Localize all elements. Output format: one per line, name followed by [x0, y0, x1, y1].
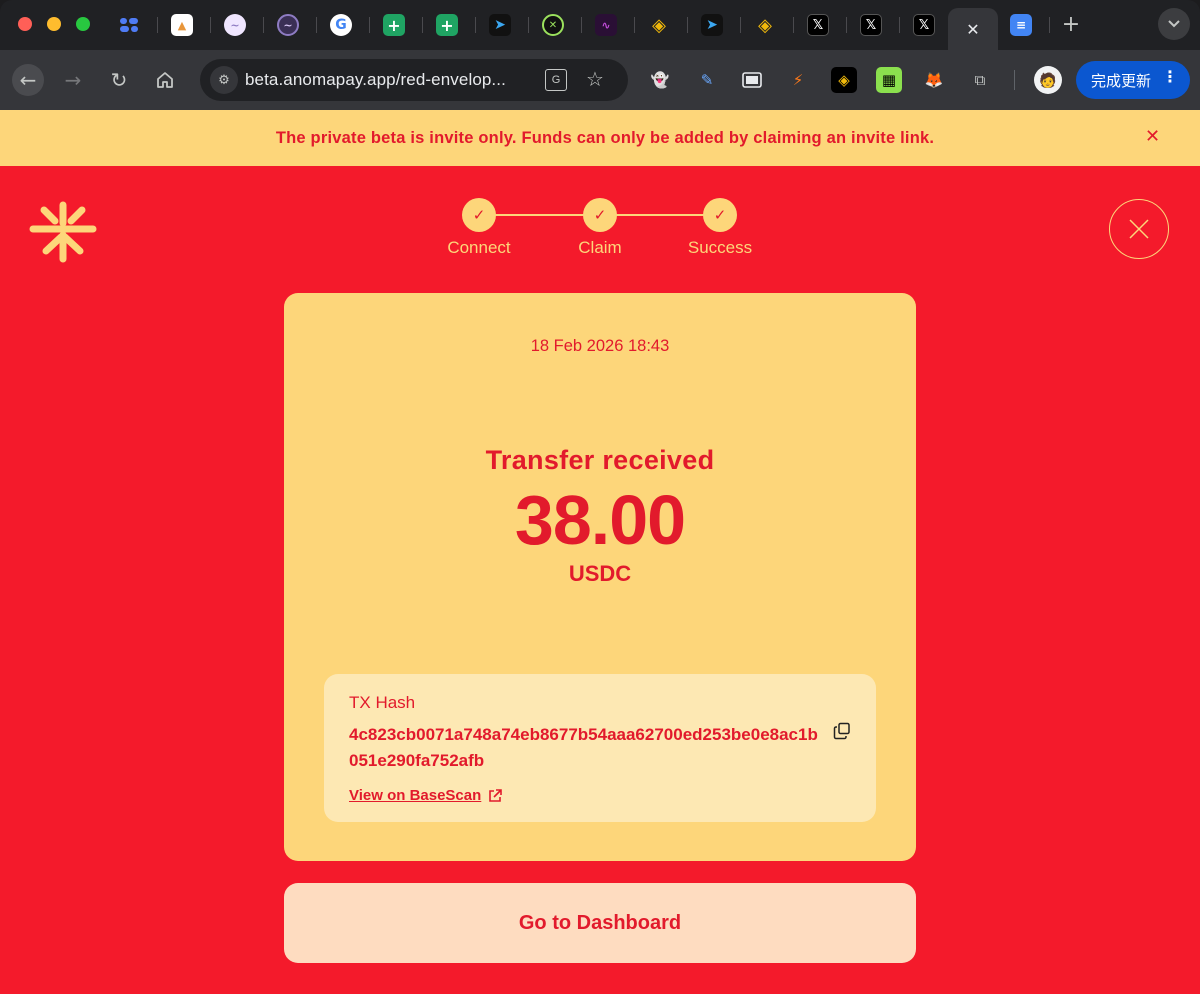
transfer-amount: 38.00 — [514, 481, 686, 559]
banner-text: The private beta is invite only. Funds c… — [275, 129, 935, 147]
chevron-down-icon — [1168, 20, 1180, 28]
browser-tab[interactable]: + — [424, 8, 470, 42]
basescan-link-text: View on BaseScan — [349, 787, 482, 804]
lightning-extension-icon[interactable]: ⚡ — [785, 67, 811, 93]
bookmark-star-icon[interactable]: ☆ — [586, 67, 604, 91]
translate-icon[interactable]: G — [545, 69, 567, 91]
forward-button[interactable]: → — [57, 64, 89, 96]
url-text[interactable]: beta.anomapay.app/red-envelop... — [245, 70, 506, 90]
beta-banner: The private beta is invite only. Funds c… — [0, 110, 1200, 166]
home-icon — [157, 72, 173, 88]
reload-icon: ↻ — [110, 68, 128, 92]
check-icon: ✓ — [583, 198, 617, 232]
ghost-extension-icon[interactable]: 👻 — [647, 67, 673, 93]
window-close-button[interactable] — [18, 17, 32, 31]
x-logo-icon: 𝕏 — [913, 14, 935, 36]
metamask-icon[interactable]: 🦊 — [921, 67, 947, 93]
more-menu-icon[interactable]: ⋮ — [1162, 69, 1178, 85]
binance-icon: ◈ — [652, 14, 666, 36]
step-label-claim: Claim — [578, 238, 622, 257]
app-grid-icon — [118, 14, 140, 36]
home-button[interactable] — [149, 64, 181, 96]
red-envelope-app: ✓ ✓ ✓ Connect Claim Success 18 Feb 2026 … — [0, 166, 1200, 994]
binance-wallet-icon[interactable]: ◈ — [831, 67, 857, 93]
wave-logo-dark-icon: ~ — [277, 14, 299, 36]
transfer-date: 18 Feb 2026 18:43 — [530, 337, 670, 355]
google-sheets-icon: + — [383, 14, 405, 36]
arrow-logo-icon: ➤ — [701, 14, 723, 36]
browser-tab[interactable]: ~ — [265, 8, 311, 42]
anoma-logo-icon — [29, 201, 97, 263]
progress-stepper: ✓ ✓ ✓ Connect Claim Success — [430, 198, 770, 258]
window-zoom-button[interactable] — [76, 17, 90, 31]
browser-tab[interactable]: ~ — [212, 8, 258, 42]
tx-hash-label: TX Hash — [349, 693, 416, 712]
browser-tab[interactable]: ∿ — [583, 8, 629, 42]
close-tab-icon[interactable]: ✕ — [966, 20, 979, 39]
go-to-dashboard-button[interactable]: Go to Dashboard — [284, 883, 916, 963]
browser-tab[interactable]: ≡ — [998, 8, 1044, 42]
window-extension-icon[interactable] — [739, 67, 765, 93]
google-icon: G — [330, 14, 352, 36]
x-logo-icon: 𝕏 — [807, 14, 829, 36]
wave-logo-icon: ~ — [224, 14, 246, 36]
binance-icon: ◈ — [758, 14, 772, 36]
browser-tab[interactable]: ✕ — [530, 8, 576, 42]
copy-icon[interactable] — [833, 722, 851, 740]
browser-tab[interactable]: 𝕏 — [848, 8, 894, 42]
browser-tab[interactable]: ◈ — [636, 8, 682, 42]
check-icon: ✓ — [462, 198, 496, 232]
okx-wallet-icon[interactable]: ▦ — [876, 67, 902, 93]
close-icon — [1129, 219, 1149, 239]
back-button[interactable]: ← — [12, 64, 44, 96]
browser-tab[interactable]: ➤ — [477, 8, 523, 42]
arrow-right-icon: → — [64, 68, 82, 92]
update-button[interactable]: 完成更新 ⋮ — [1076, 61, 1190, 99]
token-logo-icon: ✕ — [542, 14, 564, 36]
external-link-icon — [489, 788, 503, 802]
arrow-logo-icon: ➤ — [489, 14, 511, 36]
purple-chart-icon: ∿ — [595, 14, 617, 36]
browser-tab-strip: ▲ ~ ~ G + + ➤ ✕ ∿ ◈ ➤ ◈ 𝕏 𝕏 𝕏 ✕ ≡ + — [0, 0, 1200, 50]
browser-tab[interactable]: G — [318, 8, 364, 42]
receipt-card: 18 Feb 2026 18:43 Transfer received 38.0… — [284, 293, 916, 861]
tx-hash-box: TX Hash 4c823cb0071a748a74eb8677b54aaa62… — [324, 674, 876, 822]
view-on-basescan-link[interactable]: View on BaseScan — [349, 787, 503, 804]
site-settings-icon[interactable]: ⚙ — [210, 66, 238, 94]
reload-button[interactable]: ↻ — [103, 64, 135, 96]
update-button-label: 完成更新 — [1091, 71, 1152, 90]
browser-tab[interactable]: 𝕏 — [901, 8, 947, 42]
step-label-connect: Connect — [447, 238, 511, 257]
transfer-currency: USDC — [568, 561, 632, 586]
window-minimize-button[interactable] — [47, 17, 61, 31]
browser-tab-active[interactable]: ✕ — [948, 8, 998, 50]
close-button[interactable] — [1109, 199, 1169, 259]
check-icon: ✓ — [703, 198, 737, 232]
google-docs-icon: ≡ — [1010, 14, 1032, 36]
address-bar[interactable]: ⚙ beta.anomapay.app/red-envelop... G ☆ — [200, 59, 628, 101]
google-sheets-icon: + — [436, 14, 458, 36]
arrow-left-icon: ← — [19, 68, 37, 92]
browser-tab[interactable]: ▲ — [159, 8, 205, 42]
banner-close-icon[interactable]: ✕ — [1145, 126, 1160, 147]
extensions-puzzle-icon[interactable]: ⧉ — [967, 67, 993, 93]
browser-tab[interactable]: 𝕏 — [795, 8, 841, 42]
transfer-title: Transfer received — [485, 445, 715, 475]
tx-hash-value: 4c823cb0071a748a74eb8677b54aaa62700ed253… — [349, 725, 818, 770]
step-label-success: Success — [687, 238, 753, 257]
browser-tab[interactable] — [106, 8, 152, 42]
x-logo-icon: 𝕏 — [860, 14, 882, 36]
browser-tab[interactable]: + — [371, 8, 417, 42]
profile-avatar[interactable]: 🧑 — [1034, 66, 1062, 94]
browser-tab[interactable]: ➤ — [689, 8, 735, 42]
document-thumbnail-icon: ▲ — [171, 14, 193, 36]
tab-search-button[interactable] — [1158, 8, 1190, 40]
browser-tab[interactable]: ◈ — [742, 8, 788, 42]
pen-extension-icon[interactable]: ✎ — [694, 67, 720, 93]
browser-toolbar: ← → ↻ ⚙ beta.anomapay.app/red-envelop...… — [0, 50, 1200, 110]
new-tab-button[interactable]: + — [1058, 12, 1084, 38]
